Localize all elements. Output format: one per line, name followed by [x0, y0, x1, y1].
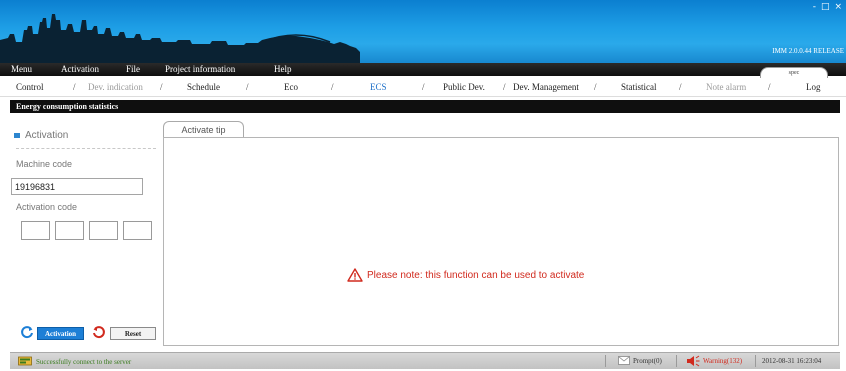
nav-control[interactable]: Control	[16, 82, 44, 92]
nav-eco[interactable]: Eco	[284, 82, 298, 92]
nav-dev-indication[interactable]: Dev. indication	[88, 82, 143, 92]
status-divider	[605, 355, 606, 367]
menubar: Menu Activation File Project information…	[0, 63, 846, 76]
divider	[16, 148, 156, 149]
nav-separator: /	[422, 82, 425, 92]
activation-code-part-1[interactable]	[21, 221, 50, 240]
menu-help[interactable]: Help	[274, 64, 292, 74]
prompt-status[interactable]: Prompt(0)	[618, 356, 662, 365]
warning-count: Warning(132)	[703, 357, 743, 365]
activation-code-part-3[interactable]	[89, 221, 118, 240]
nav-separator: /	[246, 82, 249, 92]
tab-activate-tip[interactable]: Activate tip	[163, 121, 244, 138]
window-controls: - □ ×	[813, 3, 842, 12]
datetime-display: 2012-08-31 16:23:04	[762, 357, 822, 365]
city-skyline-graphic	[0, 14, 360, 63]
status-divider	[755, 355, 756, 367]
activate-tip-panel: Please note: this function can be used t…	[163, 137, 839, 346]
status-bar: Successfully connect to the server Promp…	[10, 352, 840, 369]
app-banner: - □ × IMM 2.0.0.44 RELEASE	[0, 0, 846, 63]
version-label: IMM 2.0.0.44 RELEASE	[772, 47, 844, 55]
nav-separator: /	[331, 82, 334, 92]
bullet-icon	[14, 133, 20, 138]
nav-statistical[interactable]: Statistical	[621, 82, 657, 92]
envelope-icon	[618, 356, 630, 365]
machine-code-field[interactable]	[11, 178, 143, 195]
minimize-icon[interactable]: -	[813, 3, 816, 12]
activation-code-part-4[interactable]	[123, 221, 152, 240]
activation-code-label: Activation code	[16, 202, 78, 212]
nav-dev-management[interactable]: Dev. Management	[513, 82, 579, 92]
nav-public-dev[interactable]: Public Dev.	[443, 82, 485, 92]
nav-schedule[interactable]: Schedule	[187, 82, 220, 92]
nav-separator: /	[73, 82, 76, 92]
refresh-icon	[21, 326, 33, 339]
nav-log[interactable]: Log	[806, 82, 821, 92]
prompt-count: Prompt(0)	[633, 356, 662, 365]
activation-code-part-2[interactable]	[55, 221, 84, 240]
menu-project-information[interactable]: Project information	[165, 64, 235, 74]
section-title: Energy consumption statistics	[10, 100, 840, 113]
activation-button[interactable]: Activation	[37, 327, 84, 340]
server-connection-icon	[18, 356, 32, 366]
menu-activation[interactable]: Activation	[61, 64, 99, 74]
warning-status[interactable]: Warning(132)	[686, 355, 742, 367]
close-icon[interactable]: ×	[834, 3, 842, 12]
activation-panel-title: Activation	[25, 130, 69, 141]
activation-note: Please note: this function can be used t…	[347, 268, 584, 282]
reset-icon	[93, 326, 105, 339]
connection-status-text: Successfully connect to the server	[36, 357, 132, 366]
activation-panel-header: Activation	[14, 130, 68, 141]
menu-file[interactable]: File	[126, 64, 140, 74]
nav-separator: /	[679, 82, 682, 92]
warning-triangle-icon	[347, 268, 363, 282]
activation-note-text: Please note: this function can be used t…	[367, 269, 585, 281]
spec-tab[interactable]: spec	[760, 67, 828, 78]
connection-status: Successfully connect to the server	[18, 356, 131, 367]
nav-separator: /	[503, 82, 506, 92]
nav-note-alarm[interactable]: Note alarm	[706, 82, 746, 92]
nav-separator: /	[160, 82, 163, 92]
reset-button[interactable]: Reset	[110, 327, 156, 340]
nav-ecs[interactable]: ECS	[370, 82, 387, 92]
maximize-icon[interactable]: □	[821, 3, 830, 12]
menu-menu[interactable]: Menu	[11, 64, 32, 74]
machine-code-label: Machine code	[16, 159, 73, 169]
nav-separator: /	[768, 82, 771, 92]
nav-separator: /	[594, 82, 597, 92]
status-divider	[676, 355, 677, 367]
alarm-speaker-icon	[687, 355, 700, 367]
main-nav: Control / Dev. indication / Schedule / E…	[0, 78, 846, 97]
